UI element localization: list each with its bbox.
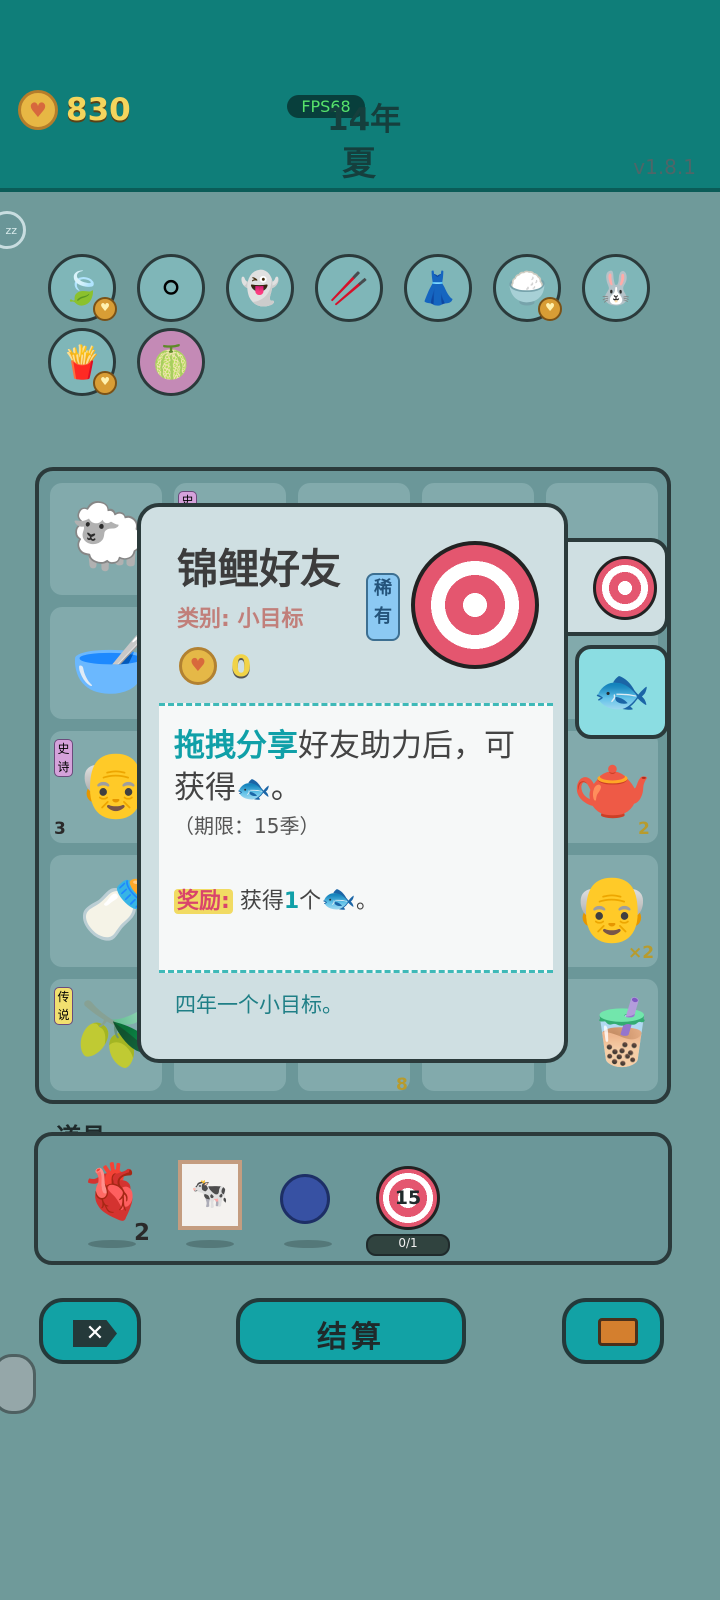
reward-text-end: 。 [356,889,379,914]
briefcase-button[interactable] [562,1298,664,1364]
heart-badge-icon: ♥ [93,371,117,395]
season-label: 夏 [342,144,376,184]
liver-count: 2 [134,1220,151,1246]
rarity-tag: 稀有 [366,573,400,641]
time-limit: （期限：15季） [174,814,320,838]
version-label: v1.8.1 [633,155,696,179]
rabbit-icon[interactable]: 🐰 [582,254,650,322]
top-bar: ♥ 830 FPS68 14年 夏 v1.8.1 [0,0,720,192]
koi-fish-icon: 🐟 [236,772,271,805]
item-count: 3 [54,819,66,839]
reward-text-a: 获得 [239,889,284,914]
coin-count: 830 [66,92,131,128]
poem-tag: 史诗 [54,739,73,777]
blueberry-icon[interactable] [280,1174,330,1224]
modal-coin-count: 0 [231,649,252,683]
target-progress: 0/1 [366,1234,450,1256]
item-count: ×2 [628,943,655,963]
prop-shadow [186,1240,234,1248]
fries-icon[interactable]: 🍟 ♥ [48,328,117,396]
leaf-icon[interactable]: 🍃 ♥ [48,254,117,322]
year-label: 14年 [327,102,402,138]
koi-fish-icon: 🐟 [321,882,357,915]
ghost-icon[interactable]: 👻 [226,254,294,322]
coin-icon: ♥ [179,647,217,685]
description-panel: 拖拽分享好友助力后，可 获得🐟。 （期限：15季） 奖励: 获得1个🐟。 [159,703,553,973]
avatar[interactable] [0,1354,36,1414]
bubble-tea-icon: 🧋 [582,996,662,1070]
modal-category: 类别: 小目标 [177,607,304,632]
sleep-toggle[interactable]: zz [0,211,26,249]
description-line-1-rest: 好友助力后，可 [298,728,515,764]
drag-share-emphasis: 拖拽分享 [174,728,298,764]
reward-label: 奖励: [174,889,233,914]
flavor-text: 四年一个小目标。 [175,993,343,1017]
modal-title: 锦鲤好友 [177,545,341,593]
target-side-tab[interactable] [563,538,669,636]
close-button[interactable]: ✕ [39,1298,141,1364]
description-line-2-text: 获得 [174,770,236,806]
coin-balance: ♥ 830 [18,90,131,130]
rice-bowl-icon[interactable]: 🍚 ♥ [493,254,562,322]
heart-badge-icon: ♥ [93,297,117,321]
koi-fish-icon: 🐟 [593,664,651,718]
description-line-2-end: 。 [270,770,302,806]
chopsticks-icon[interactable]: 🥢 [315,254,383,322]
item-count: 8 [396,1075,408,1095]
item-count: 2 [638,819,650,839]
liver-icon[interactable]: 🫀 [80,1160,147,1224]
koi-side-tab[interactable]: 🐟 [575,645,669,739]
egg-tray-icon[interactable]: ⚪ [137,254,205,322]
props-panel: 🫀 2 🐄 15 0/1 [34,1132,672,1265]
settle-button[interactable]: 结算 [236,1298,466,1364]
cow-portrait-icon[interactable]: 🐄 [178,1160,242,1230]
target-icon [593,556,657,620]
legend-tag: 传说 [54,987,73,1025]
settle-label: 结算 [317,1320,385,1355]
description-line-2: 获得🐟。 [174,762,302,807]
target-counter[interactable]: 15 [376,1166,440,1230]
briefcase-icon [598,1318,638,1346]
coin-icon: ♥ [18,90,58,130]
prop-shadow [88,1240,136,1248]
teapot-icon: 🫖 [572,750,652,824]
reward-line: 奖励: 获得1个🐟。 [174,882,378,915]
close-icon: ✕ [73,1320,117,1347]
old-man-icon: 👴 [572,872,652,946]
reward-count: 1 [283,889,300,914]
prop-shadow [284,1240,332,1248]
description-line-1: 拖拽分享好友助力后，可 [174,720,515,765]
grapefruit-icon[interactable]: 🍈 [137,328,205,396]
reward-text-b: 个 [299,889,322,914]
heart-badge-icon: ♥ [538,297,562,321]
skirt-icon[interactable]: 👗 [404,254,472,322]
item-detail-modal: 锦鲤好友 类别: 小目标 稀有 ♥ 0 拖拽分享好友助力后，可 获得🐟。 （期限… [137,503,568,1063]
target-icon [411,541,539,669]
